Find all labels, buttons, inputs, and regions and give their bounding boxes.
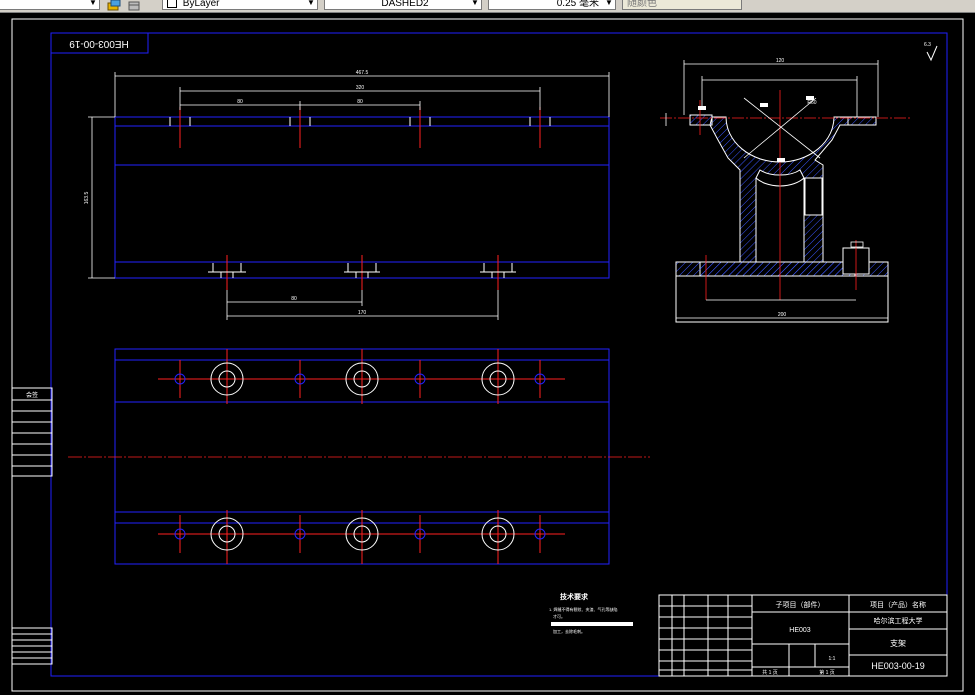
title-sheet-total: 共 1 页: [762, 669, 778, 676]
dim-side-top-width: 120: [776, 58, 785, 64]
dim-front-overall: 467.5: [356, 70, 369, 76]
title-sub-code: HE003: [789, 627, 811, 634]
title-drawing-code: HE003-00-19: [871, 661, 925, 671]
dim-side-radius: R60: [807, 100, 816, 106]
side-label: 会签: [26, 391, 38, 399]
stamp-code: HE003-00-19: [69, 38, 129, 49]
chevron-down-icon: ▼: [307, 0, 315, 7]
title-university: 哈尔滨工程大学: [874, 616, 923, 625]
chevron-down-icon: ▼: [89, 0, 97, 7]
color-swatch-icon: [167, 0, 177, 8]
linetype-value: DASHED2: [381, 0, 429, 9]
chevron-down-icon: ▼: [605, 0, 613, 7]
dim-front-pitch-left: 80: [237, 99, 243, 105]
section-view: 120 R60 200: [660, 58, 910, 323]
dim-front-span: 320: [356, 85, 365, 91]
color-value: ByLayer: [182, 0, 220, 9]
sheet-frame: [11, 18, 964, 692]
dim-front-pitch-right: 80: [357, 99, 363, 105]
dim-front-bottom-span: 170: [358, 310, 367, 316]
roughness-symbol: 6.3: [924, 42, 938, 62]
tech-req-title: 技术要求: [560, 592, 589, 601]
layer-tools-icon[interactable]: [107, 0, 121, 11]
front-view: 467.5 320 80 80 163.5 80 170: [84, 70, 610, 320]
dim-side-base-width: 200: [778, 312, 787, 318]
color-control[interactable]: ByLayer ▼: [162, 0, 318, 10]
drawing-canvas[interactable]: HE003-00-19 会签 467.5 320 80 80 163.5 80 …: [0, 12, 975, 695]
tech-req-line1b: 才可。: [553, 613, 565, 619]
title-sheet-index: 第 1 页: [819, 669, 835, 676]
dim-front-bottom-pitch: 80: [291, 296, 297, 302]
side-signature-box: [11, 387, 53, 665]
title-part-name: 支架: [890, 638, 906, 648]
layer-dropdown[interactable]: ▼: [0, 0, 100, 10]
technical-requirements: 技术要求 1. 焊缝不得有裂纹、夹渣、气孔等缺陷 才可。 加工，去除毛刺。: [549, 592, 633, 634]
lineweight-value: 0.25 毫米: [556, 0, 599, 9]
title-scale: 1:1: [829, 656, 836, 662]
dim-front-height: 163.5: [84, 192, 90, 205]
plotstyle-control[interactable]: 随颜色: [622, 0, 742, 10]
top-view: [68, 348, 650, 565]
title-project-label: 项目（产品）名称: [870, 600, 926, 609]
plotstyle-value: 随颜色: [627, 0, 657, 9]
lineweight-control[interactable]: 0.25 毫米 ▼: [488, 0, 616, 10]
linetype-control[interactable]: DASHED2 ▼: [324, 0, 482, 10]
match-layer-icon[interactable]: [127, 0, 141, 11]
tech-req-line1: 1. 焊缝不得有裂纹、夹渣、气孔等缺陷: [549, 606, 617, 612]
chevron-down-icon: ▼: [471, 0, 479, 7]
tech-req-line2b: 加工，去除毛刺。: [553, 628, 585, 634]
title-subproject-label: 子项目（部件）: [776, 600, 825, 609]
tech-req-line2-bar: [551, 622, 633, 626]
roughness-value: 6.3: [924, 42, 931, 48]
